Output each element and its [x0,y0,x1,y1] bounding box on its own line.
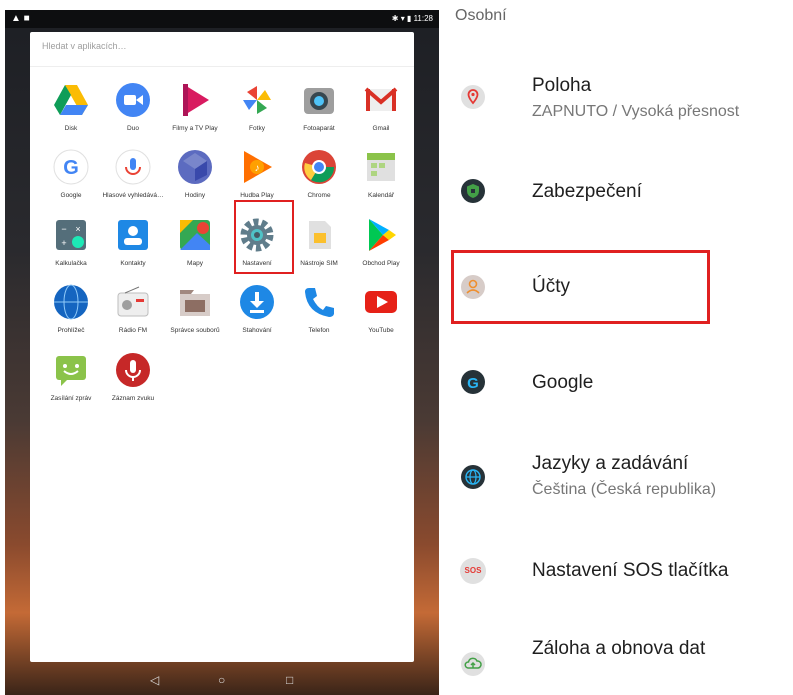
app-disk[interactable]: Disk [39,82,101,144]
app-youtube[interactable]: YouTube [349,284,411,346]
app-kalendar[interactable]: Kalendář [349,149,411,211]
maps-icon [180,220,210,250]
app-hodiny[interactable]: Hodiny [163,149,225,211]
google-drive-icon [54,85,88,115]
gmail-icon [364,87,398,111]
fm-radio-icon [117,286,149,317]
app-chrome[interactable]: Chrome [287,149,349,211]
app-search-placeholder: Hledat v aplikacích… [42,41,127,51]
highlight-accounts-row [451,250,710,324]
messaging-icon [56,356,86,386]
app-fotoaparat[interactable]: Fotoaparát [287,82,349,144]
app-fotky[interactable]: Fotky [225,82,287,144]
contacts-icon [118,220,148,250]
play-store-icon [369,219,396,251]
app-obchod-play[interactable]: Obchod Play [349,217,411,279]
settings-item-title: Záloha a obnova dat [532,638,706,659]
home-icon[interactable]: ○ [218,673,225,687]
app-stahovani[interactable]: Stahování [225,284,287,346]
app-google[interactable]: G Google [39,149,101,211]
app-spravce-souboru[interactable]: Správce souborů [163,284,225,346]
language-globe-icon [461,465,485,489]
app-duo[interactable]: Duo [101,82,163,144]
chrome-icon [302,150,336,184]
svg-text:−: − [61,224,66,234]
app-kalkulacka[interactable]: − × + Kalkulačka [39,217,101,279]
security-shield-icon [461,179,485,203]
google-icon: G [53,149,89,185]
back-icon[interactable]: ◁ [150,673,159,687]
app-drawer: Hledat v aplikacích… Disk Duo Filmy a TV… [30,32,414,662]
app-telefon[interactable]: Telefon [287,284,349,346]
app-nastroje-sim[interactable]: Nástroje SIM [287,217,349,279]
clock-icon [178,150,212,184]
app-prohlizec[interactable]: Prohlížeč [39,284,101,346]
svg-text:×: × [75,224,80,234]
file-manager-icon [180,290,210,316]
status-icons: ✱ ▾ ▮ [391,14,414,23]
calculator-icon: − × + [56,220,86,250]
settings-item-title: Google [532,372,594,393]
settings-item-title: Jazyky a zadávání [532,453,689,474]
app-kontakty[interactable]: Kontakty [101,217,163,279]
status-bar: ▲ ■ ✱ ▾ ▮ 11:28 [5,10,439,28]
duo-icon [116,83,150,117]
settings-item-title: Poloha [532,75,592,96]
voice-search-icon [115,149,151,185]
youtube-icon [365,291,397,313]
location-icon [461,85,485,109]
highlight-settings-app [234,200,294,274]
svg-text:G: G [467,375,479,392]
app-radio-fm[interactable]: Rádio FM [101,284,163,346]
app-zasilani-zprav[interactable]: Zasílání zpráv [39,352,101,414]
app-zaznam-zvuku[interactable]: Záznam zvuku [101,352,163,414]
camera-icon [304,88,334,114]
browser-globe-icon [54,284,88,320]
app-gmail[interactable]: Gmail [349,82,411,144]
section-header: Osobní [455,7,507,24]
svg-text:+: + [61,238,66,248]
svg-text:G: G [63,157,79,179]
settings-item-subtitle: Čeština (Česká republika) [532,481,717,498]
svg-text:♪: ♪ [255,163,260,174]
google-g-icon: G [461,370,485,394]
play-music-icon: ♪ [244,151,272,183]
phone-icon [305,288,334,317]
navigation-bar: ◁ ○ □ [5,667,439,695]
settings-item-title: Zabezpečení [532,181,642,202]
sos-icon-label: SOS [464,566,482,575]
app-search-bar[interactable]: Hledat v aplikacích… [30,32,414,67]
play-movies-icon [183,84,209,116]
sound-recorder-icon [116,353,150,387]
photos-icon [243,86,271,114]
backup-cloud-icon [461,652,485,676]
calendar-icon [367,153,395,181]
sim-tools-icon [309,221,331,249]
warning-icon: ▲ ■ [11,13,30,24]
settings-item-title: Nastavení SOS tlačítka [532,560,729,581]
recents-icon[interactable]: □ [286,673,293,687]
downloads-icon [240,285,274,319]
app-filmy[interactable]: Filmy a TV Play [163,82,225,144]
app-mapy[interactable]: Mapy [163,217,225,279]
status-time: 11:28 [413,14,433,23]
app-hlasove[interactable]: Hlasové vyhledává… [101,149,164,211]
settings-item-subtitle: ZAPNUTO / Vysoká přesnost [532,103,740,120]
app-drawer-screenshot: ▲ ■ ✱ ▾ ▮ 11:28 Hledat v aplikacích… Dis… [5,10,439,695]
sos-icon: SOS [460,558,486,584]
